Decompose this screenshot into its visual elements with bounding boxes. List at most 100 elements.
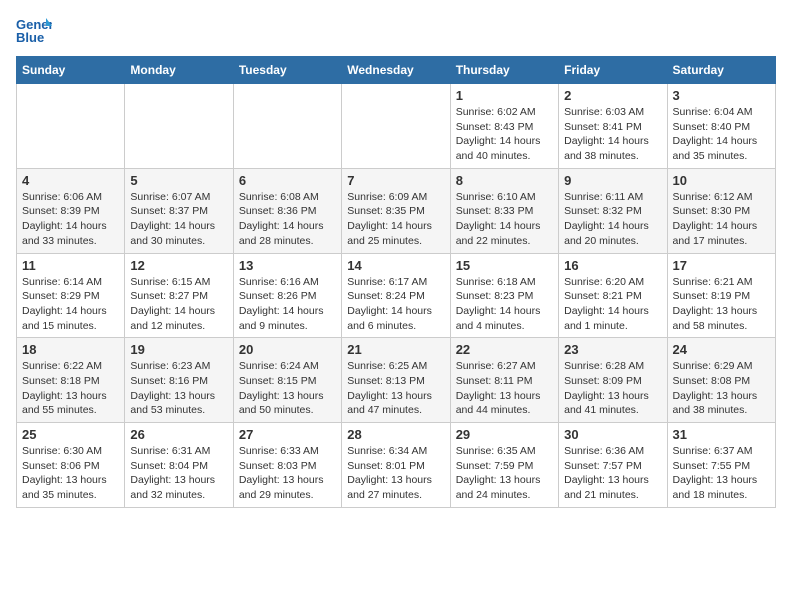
day-info: Sunrise: 6:12 AM Sunset: 8:30 PM Dayligh… <box>673 190 770 249</box>
day-number: 24 <box>673 342 770 357</box>
weekday-header-thursday: Thursday <box>450 57 558 84</box>
calendar-cell: 29 Sunrise: 6:35 AM Sunset: 7:59 PM Dayli… <box>450 423 558 508</box>
logo-icon: General Blue <box>16 16 52 46</box>
day-number: 26 <box>130 427 227 442</box>
calendar-week-row: 1 Sunrise: 6:02 AM Sunset: 8:43 PM Daylig… <box>17 84 776 169</box>
day-info: Sunrise: 6:17 AM Sunset: 8:24 PM Dayligh… <box>347 275 444 334</box>
calendar-cell: 16Sunrise: 6:20 AM Sunset: 8:21 PM Dayli… <box>559 253 667 338</box>
day-info: Sunrise: 6:28 AM Sunset: 8:09 PM Dayligh… <box>564 359 661 418</box>
day-info: Sunrise: 6:02 AM Sunset: 8:43 PM Dayligh… <box>456 105 553 164</box>
day-info: Sunrise: 6:31 AM Sunset: 8:04 PM Dayligh… <box>130 444 227 503</box>
weekday-header-friday: Friday <box>559 57 667 84</box>
day-info: Sunrise: 6:35 AM Sunset: 7:59 PM Dayligh… <box>456 444 553 503</box>
day-info: Sunrise: 6:07 AM Sunset: 8:37 PM Dayligh… <box>130 190 227 249</box>
calendar-cell: 11 Sunrise: 6:14 AM Sunset: 8:29 PM Dayli… <box>17 253 125 338</box>
calendar-cell: 7 Sunrise: 6:09 AM Sunset: 8:35 PM Daylig… <box>342 168 450 253</box>
calendar-week-row: 4 Sunrise: 6:06 AM Sunset: 8:39 PM Daylig… <box>17 168 776 253</box>
day-info: Sunrise: 6:34 AM Sunset: 8:01 PM Dayligh… <box>347 444 444 503</box>
day-info: Sunrise: 6:08 AM Sunset: 8:36 PM Dayligh… <box>239 190 336 249</box>
calendar-cell: 31 Sunrise: 6:37 AM Sunset: 7:55 PM Dayli… <box>667 423 775 508</box>
day-info: Sunrise: 6:10 AM Sunset: 8:33 PM Dayligh… <box>456 190 553 249</box>
day-info: Sunrise: 6:36 AM Sunset: 7:57 PM Dayligh… <box>564 444 661 503</box>
calendar-cell: 25Sunrise: 6:30 AM Sunset: 8:06 PM Dayli… <box>17 423 125 508</box>
day-number: 14 <box>347 258 444 273</box>
day-number: 17 <box>673 258 770 273</box>
calendar-cell: 24 Sunrise: 6:29 AM Sunset: 8:08 PM Dayli… <box>667 338 775 423</box>
calendar-cell <box>17 84 125 169</box>
calendar-cell: 13 Sunrise: 6:16 AM Sunset: 8:26 PM Dayli… <box>233 253 341 338</box>
day-number: 20 <box>239 342 336 357</box>
day-number: 8 <box>456 173 553 188</box>
day-number: 6 <box>239 173 336 188</box>
calendar-cell: 6 Sunrise: 6:08 AM Sunset: 8:36 PM Daylig… <box>233 168 341 253</box>
calendar-cell: 17 Sunrise: 6:21 AM Sunset: 8:19 PM Dayli… <box>667 253 775 338</box>
calendar-cell: 2 Sunrise: 6:03 AM Sunset: 8:41 PM Daylig… <box>559 84 667 169</box>
calendar-cell: 10 Sunrise: 6:12 AM Sunset: 8:30 PM Dayli… <box>667 168 775 253</box>
calendar-cell: 18Sunrise: 6:22 AM Sunset: 8:18 PM Dayli… <box>17 338 125 423</box>
day-number: 18 <box>22 342 119 357</box>
day-number: 16 <box>564 258 661 273</box>
calendar-cell: 4 Sunrise: 6:06 AM Sunset: 8:39 PM Daylig… <box>17 168 125 253</box>
day-number: 19 <box>130 342 227 357</box>
day-number: 12 <box>130 258 227 273</box>
day-number: 11 <box>22 258 119 273</box>
day-info: Sunrise: 6:09 AM Sunset: 8:35 PM Dayligh… <box>347 190 444 249</box>
calendar-week-row: 25Sunrise: 6:30 AM Sunset: 8:06 PM Dayli… <box>17 423 776 508</box>
day-number: 9 <box>564 173 661 188</box>
weekday-header-monday: Monday <box>125 57 233 84</box>
calendar-cell: 1 Sunrise: 6:02 AM Sunset: 8:43 PM Daylig… <box>450 84 558 169</box>
logo: General Blue <box>16 16 52 46</box>
day-number: 2 <box>564 88 661 103</box>
day-number: 1 <box>456 88 553 103</box>
calendar-cell: 5 Sunrise: 6:07 AM Sunset: 8:37 PM Daylig… <box>125 168 233 253</box>
day-number: 29 <box>456 427 553 442</box>
day-info: Sunrise: 6:33 AM Sunset: 8:03 PM Dayligh… <box>239 444 336 503</box>
calendar-week-row: 18Sunrise: 6:22 AM Sunset: 8:18 PM Dayli… <box>17 338 776 423</box>
day-number: 22 <box>456 342 553 357</box>
day-info: Sunrise: 6:18 AM Sunset: 8:23 PM Dayligh… <box>456 275 553 334</box>
day-number: 4 <box>22 173 119 188</box>
weekday-header-wednesday: Wednesday <box>342 57 450 84</box>
day-number: 28 <box>347 427 444 442</box>
day-info: Sunrise: 6:15 AM Sunset: 8:27 PM Dayligh… <box>130 275 227 334</box>
day-info: Sunrise: 6:29 AM Sunset: 8:08 PM Dayligh… <box>673 359 770 418</box>
calendar-cell: 30 Sunrise: 6:36 AM Sunset: 7:57 PM Dayli… <box>559 423 667 508</box>
calendar-cell: 19Sunrise: 6:23 AM Sunset: 8:16 PM Dayli… <box>125 338 233 423</box>
day-number: 30 <box>564 427 661 442</box>
calendar-cell: 8 Sunrise: 6:10 AM Sunset: 8:33 PM Daylig… <box>450 168 558 253</box>
day-number: 10 <box>673 173 770 188</box>
day-info: Sunrise: 6:14 AM Sunset: 8:29 PM Dayligh… <box>22 275 119 334</box>
day-info: Sunrise: 6:03 AM Sunset: 8:41 PM Dayligh… <box>564 105 661 164</box>
calendar-table: SundayMondayTuesdayWednesdayThursdayFrid… <box>16 56 776 508</box>
calendar-cell: 14 Sunrise: 6:17 AM Sunset: 8:24 PM Dayli… <box>342 253 450 338</box>
calendar-cell: 22 Sunrise: 6:27 AM Sunset: 8:11 PM Dayli… <box>450 338 558 423</box>
calendar-cell: 21Sunrise: 6:25 AM Sunset: 8:13 PM Dayli… <box>342 338 450 423</box>
calendar-cell <box>342 84 450 169</box>
day-info: Sunrise: 6:16 AM Sunset: 8:26 PM Dayligh… <box>239 275 336 334</box>
day-info: Sunrise: 6:37 AM Sunset: 7:55 PM Dayligh… <box>673 444 770 503</box>
page-header: General Blue <box>16 16 776 46</box>
day-info: Sunrise: 6:04 AM Sunset: 8:40 PM Dayligh… <box>673 105 770 164</box>
day-info: Sunrise: 6:27 AM Sunset: 8:11 PM Dayligh… <box>456 359 553 418</box>
day-number: 23 <box>564 342 661 357</box>
day-number: 21 <box>347 342 444 357</box>
weekday-header-row: SundayMondayTuesdayWednesdayThursdayFrid… <box>17 57 776 84</box>
calendar-cell: 26 Sunrise: 6:31 AM Sunset: 8:04 PM Dayli… <box>125 423 233 508</box>
calendar-cell: 27 Sunrise: 6:33 AM Sunset: 8:03 PM Dayli… <box>233 423 341 508</box>
calendar-cell <box>125 84 233 169</box>
day-number: 27 <box>239 427 336 442</box>
svg-text:Blue: Blue <box>16 30 44 45</box>
weekday-header-saturday: Saturday <box>667 57 775 84</box>
calendar-cell <box>233 84 341 169</box>
day-info: Sunrise: 6:11 AM Sunset: 8:32 PM Dayligh… <box>564 190 661 249</box>
day-number: 5 <box>130 173 227 188</box>
weekday-header-tuesday: Tuesday <box>233 57 341 84</box>
calendar-week-row: 11 Sunrise: 6:14 AM Sunset: 8:29 PM Dayli… <box>17 253 776 338</box>
day-number: 3 <box>673 88 770 103</box>
day-number: 31 <box>673 427 770 442</box>
day-number: 7 <box>347 173 444 188</box>
day-info: Sunrise: 6:21 AM Sunset: 8:19 PM Dayligh… <box>673 275 770 334</box>
day-info: Sunrise: 6:06 AM Sunset: 8:39 PM Dayligh… <box>22 190 119 249</box>
day-number: 13 <box>239 258 336 273</box>
weekday-header-sunday: Sunday <box>17 57 125 84</box>
